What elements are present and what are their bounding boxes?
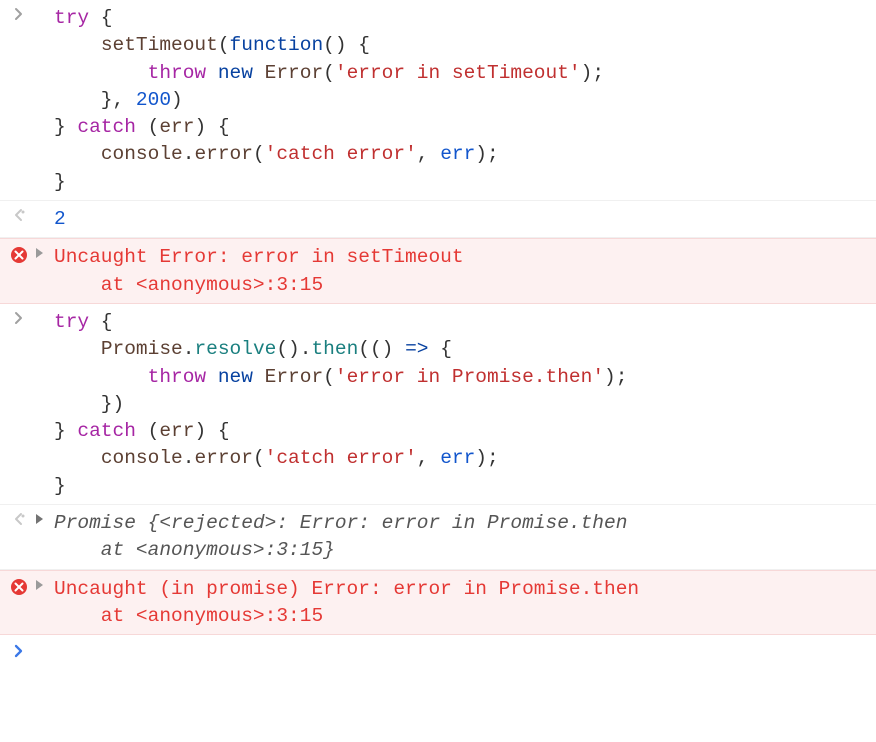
error-icon xyxy=(4,575,34,596)
console-prompt-row[interactable] xyxy=(0,635,876,664)
console-output-row: 2 xyxy=(0,201,876,238)
error-icon xyxy=(4,243,34,264)
console-output-row: Promise {<rejected>: Error: error in Pro… xyxy=(0,505,876,570)
console-output-content[interactable]: Promise {<rejected>: Error: error in Pro… xyxy=(54,509,870,565)
expand-triangle-icon[interactable] xyxy=(34,575,54,591)
console-error-content[interactable]: Uncaught (in promise) Error: error in Pr… xyxy=(54,575,870,631)
prompt-chevron-icon xyxy=(4,641,34,658)
console-input-content[interactable]: try { setTimeout(function() { throw new … xyxy=(54,4,870,196)
console-input-row: try { setTimeout(function() { throw new … xyxy=(0,0,876,201)
expand-spacer xyxy=(34,205,54,209)
console-error-row: Uncaught Error: error in setTimeout at <… xyxy=(0,238,876,304)
input-chevron-icon xyxy=(4,4,34,21)
output-chevron-icon xyxy=(4,205,34,222)
console-error-row: Uncaught (in promise) Error: error in Pr… xyxy=(0,570,876,636)
console-input-row: try { Promise.resolve().then(() => { thr… xyxy=(0,304,876,505)
console-error-content[interactable]: Uncaught Error: error in setTimeout at <… xyxy=(54,243,870,299)
console-output-content[interactable]: 2 xyxy=(54,205,870,233)
expand-spacer xyxy=(34,308,54,312)
console-input-content[interactable]: try { Promise.resolve().then(() => { thr… xyxy=(54,308,870,500)
output-chevron-icon xyxy=(4,509,34,526)
console-input-field[interactable] xyxy=(34,641,870,658)
expand-triangle-icon[interactable] xyxy=(34,243,54,259)
input-chevron-icon xyxy=(4,308,34,325)
expand-triangle-icon[interactable] xyxy=(34,509,54,525)
expand-spacer xyxy=(34,4,54,8)
